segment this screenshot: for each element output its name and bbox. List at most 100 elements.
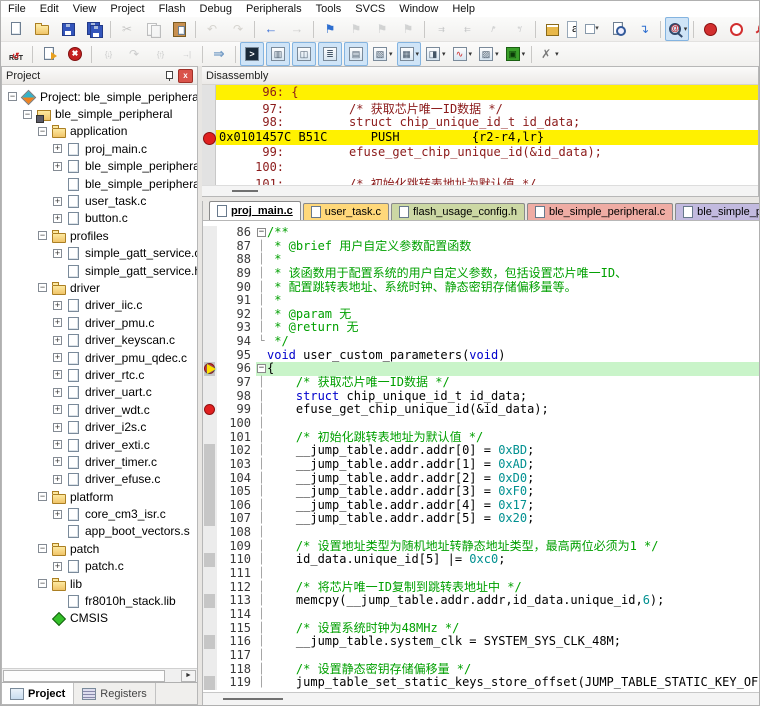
code-line[interactable]: 112│ /* 将芯片唯一ID复制到跳转表地址中 */ xyxy=(203,581,759,595)
tree-item[interactable]: fr8010h_stack.lib xyxy=(2,592,197,609)
scrollbar-thumb[interactable] xyxy=(232,190,258,192)
code-line[interactable]: 105│ __jump_table.addr.addr[3] = 0xF0; xyxy=(203,485,759,499)
code-line[interactable]: 116│ __jump_table.system_clk = SYSTEM_SY… xyxy=(203,635,759,649)
code-line[interactable]: 118│ /* 设置静态密钥存储偏移量 */ xyxy=(203,663,759,677)
menu-file[interactable]: File xyxy=(1,2,33,16)
code-line[interactable]: 98│ struct chip_unique_id_t id_data; xyxy=(203,390,759,404)
comment-selection[interactable]: /* xyxy=(481,17,505,41)
tree-item[interactable]: −Project: ble_simple_peripheral xyxy=(2,88,197,105)
disassembly-window[interactable]: ▥ xyxy=(266,42,290,66)
incremental-find[interactable]: ↴ xyxy=(632,17,656,41)
editor-tab-proj-main-c[interactable]: proj_main.c xyxy=(209,201,301,220)
tree-item[interactable]: +driver_iic.c xyxy=(2,297,197,314)
expand-icon[interactable]: + xyxy=(53,405,62,414)
expand-icon[interactable]: + xyxy=(53,162,62,171)
tree-item[interactable]: +button.c xyxy=(2,210,197,227)
show-next-statement[interactable]: ⇒ xyxy=(207,42,231,66)
tree-item[interactable]: +driver_keyscan.c xyxy=(2,331,197,348)
toolbox[interactable]: ✗▾ xyxy=(536,42,561,66)
breakpoint-margin[interactable] xyxy=(203,512,217,526)
expand-icon[interactable]: + xyxy=(53,562,62,571)
tree-item[interactable]: +driver_wdt.c xyxy=(2,401,197,418)
editor-hscrollbar[interactable] xyxy=(203,692,759,705)
breakpoint-margin[interactable] xyxy=(203,335,217,349)
expand-icon[interactable]: + xyxy=(53,370,62,379)
breakpoint-margin[interactable] xyxy=(203,608,217,622)
expand-icon[interactable]: + xyxy=(53,318,62,327)
disassembly-line[interactable]: 98: struct chip_unique_id_t id_data; xyxy=(202,115,758,130)
breakpoint-margin[interactable] xyxy=(203,294,217,308)
expand-icon[interactable]: + xyxy=(53,457,62,466)
menu-svcs[interactable]: SVCS xyxy=(348,2,392,16)
disable-all-breakpoints[interactable] xyxy=(750,17,760,41)
redo[interactable]: ↷ xyxy=(226,17,250,41)
breakpoint-margin[interactable] xyxy=(203,567,217,581)
tree-item[interactable]: −patch xyxy=(2,540,197,557)
tree-item[interactable]: +core_cm3_isr.c xyxy=(2,505,197,522)
next-bookmark[interactable]: ⚑ xyxy=(370,17,394,41)
disassembly-line[interactable]: 96: { xyxy=(202,85,758,100)
enable-disable-breakpoint[interactable] xyxy=(724,17,748,41)
command-window[interactable]: > xyxy=(240,42,264,66)
paste[interactable] xyxy=(167,17,191,41)
step-over[interactable]: ↷ xyxy=(122,42,146,66)
panel-tab-registers[interactable]: Registers xyxy=(74,683,155,704)
copy[interactable] xyxy=(141,17,165,41)
tree-item[interactable]: +driver_efuse.c xyxy=(2,471,197,488)
breakpoint-margin[interactable] xyxy=(203,226,217,240)
tree-item[interactable]: +driver_rtc.c xyxy=(2,366,197,383)
tree-item[interactable]: +driver_pmu_qdec.c xyxy=(2,349,197,366)
breakpoint-margin[interactable] xyxy=(203,403,217,417)
code-line[interactable]: 94└ */ xyxy=(203,335,759,349)
breakpoint-margin[interactable] xyxy=(203,281,217,295)
collapse-icon[interactable]: − xyxy=(38,283,47,292)
stop[interactable]: ✖ xyxy=(63,42,87,66)
outdent[interactable]: ⇇ xyxy=(455,17,479,41)
tree-item[interactable]: app_boot_vectors.s xyxy=(2,523,197,540)
menu-tools[interactable]: Tools xyxy=(309,2,349,16)
tree-item[interactable]: +driver_i2s.c xyxy=(2,418,197,435)
new-file[interactable] xyxy=(4,17,28,41)
breakpoint-margin[interactable] xyxy=(203,458,217,472)
save-file[interactable] xyxy=(56,17,80,41)
run[interactable] xyxy=(37,42,61,66)
code-line[interactable]: 86−/** xyxy=(203,226,759,240)
insert-bookmark[interactable]: ⚑ xyxy=(318,17,342,41)
breakpoint-margin[interactable] xyxy=(203,308,217,322)
undo[interactable]: ↶ xyxy=(200,17,224,41)
tree-item[interactable]: −platform xyxy=(2,488,197,505)
code-line[interactable]: 119│ jump_table_set_static_keys_store_of… xyxy=(203,676,759,690)
code-line[interactable]: 90│ * 配置跳转表地址、系统时钟、静态密钥存储偏移量等。 xyxy=(203,281,759,295)
expand-icon[interactable]: + xyxy=(53,510,62,519)
menu-flash[interactable]: Flash xyxy=(152,2,193,16)
navigate-forward[interactable]: → xyxy=(285,17,309,41)
tree-item[interactable]: −ble_simple_peripheral xyxy=(2,105,197,122)
expand-icon[interactable]: + xyxy=(53,440,62,449)
breakpoint-icon[interactable] xyxy=(203,132,216,145)
editor-tab-user-task-c[interactable]: user_task.c xyxy=(303,203,389,220)
breakpoint-margin[interactable] xyxy=(203,581,217,595)
breakpoint-margin[interactable] xyxy=(203,676,217,690)
editor-tab-ble-simple-peripheral-c[interactable]: ble_simple_peripheral.c xyxy=(527,203,673,220)
disassembly-line[interactable]: 99: efuse_get_chip_unique_id(&id_data); xyxy=(202,145,758,160)
collapse-icon[interactable]: − xyxy=(8,92,17,101)
breakpoint-margin[interactable] xyxy=(203,526,217,540)
step-out[interactable]: {↑} xyxy=(148,42,172,66)
code-line[interactable]: 103│ __jump_table.addr.addr[1] = 0xAD; xyxy=(203,458,759,472)
breakpoint-margin[interactable] xyxy=(203,594,217,608)
tree-item[interactable]: ble_simple_peripheral.h xyxy=(2,175,197,192)
breakpoint-margin[interactable] xyxy=(203,649,217,663)
memory-window[interactable]: ▦▾ xyxy=(397,42,422,66)
expand-icon[interactable]: + xyxy=(53,353,62,362)
code-line[interactable]: 106│ __jump_table.addr.addr[4] = 0x17; xyxy=(203,499,759,513)
close-icon[interactable]: x xyxy=(178,69,193,83)
code-line[interactable]: 88│ * xyxy=(203,253,759,267)
navigation-combo-dropdown[interactable]: ▾ xyxy=(580,17,604,41)
breakpoint-margin[interactable] xyxy=(203,622,217,636)
expand-icon[interactable]: + xyxy=(53,475,62,484)
watch-window[interactable]: ▧▾ xyxy=(370,42,395,66)
menu-window[interactable]: Window xyxy=(392,2,445,16)
breakpoint-margin[interactable] xyxy=(203,362,217,376)
panel-tab-project[interactable]: Project xyxy=(2,683,74,704)
system-viewer[interactable]: ▣▾ xyxy=(503,42,528,66)
